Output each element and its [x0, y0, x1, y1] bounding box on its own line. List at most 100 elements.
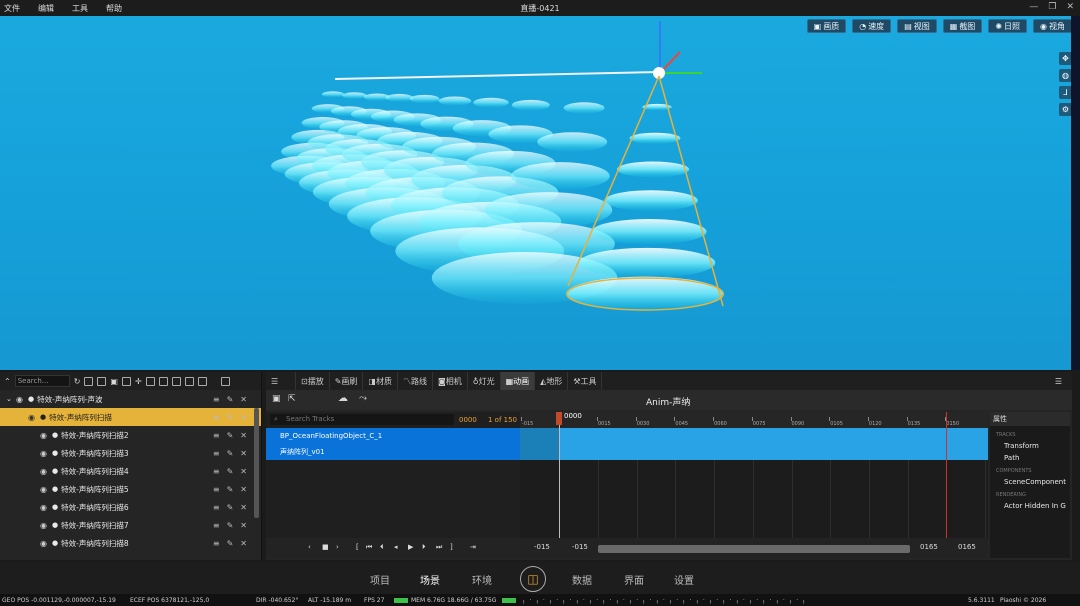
align-icon[interactable]: ≡: [213, 413, 220, 422]
outliner-item[interactable]: ◉ ● 特效-声纳阵列扫描8 ≡ ✎ ✕: [0, 534, 261, 552]
3d-viewport[interactable]: ▣ 画质 ◔ 速度 ▤ 视图 ▦ 截图 ✺ 日照 ◉ 视角 ✥ ◍ ⅃ ⚙: [0, 16, 1080, 370]
nav-data[interactable]: 数据: [572, 572, 592, 587]
tab-animation[interactable]: ▦ 动画: [500, 372, 536, 390]
track-row[interactable]: BP_OceanFloatingObject_C_1: [266, 428, 520, 444]
nav-scene[interactable]: 场景: [420, 572, 440, 587]
tab-place[interactable]: ⊡ 摆放: [296, 372, 330, 390]
align-icon[interactable]: ≡: [213, 503, 220, 512]
edit-icon[interactable]: ✎: [227, 503, 234, 512]
film-icon[interactable]: [121, 376, 131, 386]
edit-icon[interactable]: ✎: [227, 395, 234, 404]
minimize-button[interactable]: —: [1029, 2, 1038, 12]
playhead-line[interactable]: [559, 412, 560, 538]
maximize-button[interactable]: ❐: [1048, 2, 1056, 12]
outliner-item[interactable]: ◉ ● 特效-声纳阵列扫描5 ≡ ✎ ✕: [0, 480, 261, 498]
outliner-item[interactable]: ◉ ● 特效-声纳阵列扫描2 ≡ ✎ ✕: [0, 426, 261, 444]
visibility-eye-icon[interactable]: ◉: [16, 395, 28, 404]
screenshot-button[interactable]: ▦ 截图: [942, 19, 983, 33]
delete-icon[interactable]: ✕: [240, 431, 247, 440]
prop-scene-component[interactable]: SceneComponent: [990, 474, 1070, 486]
curve-icon[interactable]: ⤳: [359, 393, 367, 404]
visibility-eye-icon[interactable]: ◉: [40, 467, 52, 476]
edit-icon[interactable]: ✎: [227, 521, 234, 530]
work-start[interactable]: -015: [572, 543, 588, 551]
camera-view-button[interactable]: ◉ 视角: [1033, 19, 1072, 33]
outliner-search-input[interactable]: Search...: [14, 375, 70, 387]
tab-brush[interactable]: ✎ 画刷: [330, 372, 364, 390]
time-ruler[interactable]: -015 0015 0030 0045 0060 0075 0090 0105 0120 0135…: [520, 412, 988, 428]
group-icon[interactable]: [184, 376, 194, 386]
track-section-bar[interactable]: [520, 428, 988, 460]
visibility-eye-icon[interactable]: ◉: [40, 503, 52, 512]
jump-start-icon[interactable]: ⏮: [366, 543, 372, 552]
delete-icon[interactable]: ✕: [240, 485, 247, 494]
close-button[interactable]: ✕: [1066, 2, 1074, 12]
edit-icon[interactable]: ✎: [227, 413, 234, 422]
delete-icon[interactable]: ✕: [240, 467, 247, 476]
tab-tools[interactable]: ⚒ 工具: [568, 372, 603, 390]
edit-icon[interactable]: ✎: [227, 539, 234, 548]
export-icon[interactable]: ⇱: [288, 394, 296, 404]
align-icon[interactable]: ≡: [213, 395, 220, 404]
square-icon[interactable]: [145, 376, 155, 386]
nav-settings[interactable]: 设置: [674, 572, 694, 587]
visibility-eye-icon[interactable]: ◉: [28, 413, 40, 422]
outliner-item[interactable]: ◉ ● 特效-声纳阵列扫描7 ≡ ✎ ✕: [0, 516, 261, 534]
refresh-icon[interactable]: ↻: [74, 377, 81, 386]
outliner-item[interactable]: ◉ ● 特效-声纳阵列扫描3 ≡ ✎ ✕: [0, 444, 261, 462]
align-icon[interactable]: ≡: [213, 431, 220, 440]
tab-light[interactable]: ♁ 灯光: [468, 372, 501, 390]
edit-icon[interactable]: ✎: [227, 485, 234, 494]
visibility-eye-icon[interactable]: ◉: [40, 485, 52, 494]
end-marker[interactable]: [946, 412, 947, 538]
visibility-eye-icon[interactable]: ◉: [40, 521, 52, 530]
tab-route[interactable]: 〽路线: [398, 372, 433, 390]
panel-icon[interactable]: [220, 376, 230, 386]
transform-gizmo[interactable]: [653, 21, 702, 79]
current-frame[interactable]: 0000: [459, 416, 477, 424]
tab-terrain[interactable]: ◭ 地形: [535, 372, 569, 390]
delete-icon[interactable]: ✕: [240, 503, 247, 512]
select-icon[interactable]: [84, 376, 94, 386]
work-end[interactable]: 0165: [920, 543, 938, 551]
list-icon[interactable]: [171, 376, 181, 386]
track-search-input[interactable]: Search Tracks: [270, 414, 454, 425]
visibility-eye-icon[interactable]: ◉: [40, 449, 52, 458]
chevron-down-icon[interactable]: ⌄: [6, 395, 16, 403]
quality-button[interactable]: ▣ 画质: [806, 19, 847, 33]
visibility-eye-icon[interactable]: ◉: [40, 431, 52, 440]
range-start-icon[interactable]: [: [356, 543, 359, 551]
playhead-handle[interactable]: [556, 412, 562, 425]
calendar-icon[interactable]: [197, 376, 207, 386]
outliner-item[interactable]: ◉ ● 特效-声纳阵列扫描 ≡ ✎ ✕: [0, 408, 261, 426]
tab-camera[interactable]: ◙ 相机: [433, 372, 468, 390]
range-end-icon[interactable]: ]: [450, 543, 453, 551]
nav-project[interactable]: 项目: [370, 572, 390, 587]
tab-material[interactable]: ◨ 材质: [363, 372, 398, 390]
align-icon[interactable]: ≡: [213, 485, 220, 494]
delete-icon[interactable]: ✕: [240, 413, 247, 422]
step-forward-icon[interactable]: ⏵: [422, 543, 426, 552]
view-start[interactable]: -015: [534, 543, 550, 551]
nav-interface[interactable]: 界面: [624, 572, 644, 587]
focus-icon[interactable]: [97, 376, 107, 386]
visibility-eye-icon[interactable]: ◉: [40, 539, 52, 548]
copy-icon[interactable]: [158, 376, 168, 386]
track-row[interactable]: 声纳阵列_v01: [266, 444, 520, 460]
align-icon[interactable]: ≡: [213, 449, 220, 458]
outliner-item[interactable]: ⌄ ◉ ● 特效-声纳阵列-声波 ≡ ✎ ✕: [0, 390, 261, 408]
loop-icon[interactable]: ⇥: [470, 543, 476, 551]
edit-icon[interactable]: ✎: [227, 431, 234, 440]
step-back-icon[interactable]: ⏴: [380, 543, 384, 552]
prev-icon[interactable]: ‹: [308, 543, 311, 551]
align-icon[interactable]: ≡: [213, 539, 220, 548]
align-icon[interactable]: ≡: [213, 521, 220, 530]
tab-toggle[interactable]: ☰: [266, 372, 296, 390]
outliner-item[interactable]: ◉ ● 特效-声纳阵列扫描6 ≡ ✎ ✕: [0, 498, 261, 516]
edit-icon[interactable]: ✎: [227, 467, 234, 476]
prop-transform[interactable]: Transform: [990, 438, 1070, 450]
outliner-item[interactable]: ◉ ● 特效-声纳阵列扫描4 ≡ ✎ ✕: [0, 462, 261, 480]
delete-icon[interactable]: ✕: [240, 539, 247, 548]
save-icon[interactable]: ▣: [272, 394, 281, 404]
prev-key-icon[interactable]: ◂: [394, 543, 398, 551]
